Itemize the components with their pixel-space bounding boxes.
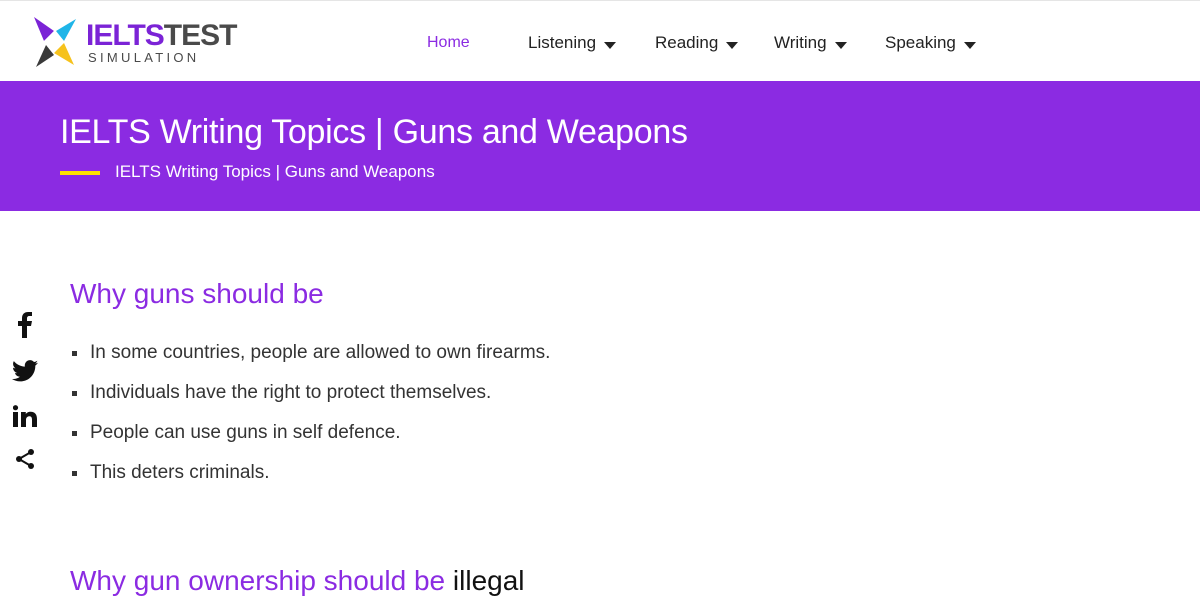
bullet-list: In some countries, people are allowed to… [70,342,550,502]
list-item: In some countries, people are allowed to… [70,342,550,382]
section-heading: Why guns should be [70,278,324,309]
nav-writing-label: Writing [774,33,827,52]
list-item: Individuals have the right to protect th… [70,382,550,422]
linkedin-icon[interactable] [10,401,40,431]
list-item: People can use guns in self defence. [70,422,550,462]
breadcrumb: IELTS Writing Topics | Guns and Weapons [115,162,435,181]
nav-speaking[interactable]: Speaking [885,33,976,53]
twitter-icon[interactable] [10,356,40,386]
chevron-down-icon [726,42,739,49]
nav-speaking-label: Speaking [885,33,956,52]
nav-home[interactable]: Home [427,34,470,52]
nav-listening[interactable]: Listening [528,33,617,53]
section-heading-text: Why gun ownership should be [70,565,453,596]
logo-wordmark: IELTSTEST [86,19,237,52]
list-item: This deters criminals. [70,462,550,502]
nav-listening-label: Listening [528,33,597,52]
nav-writing[interactable]: Writing [774,33,847,53]
nav-home-label: Home [427,34,470,51]
facebook-icon[interactable] [10,310,40,340]
chevron-down-icon [834,42,847,49]
page-banner: IELTS Writing Topics | Guns and Weapons … [0,81,1200,211]
chevron-down-icon [604,42,617,49]
share-icon[interactable] [10,444,40,474]
nav-reading-label: Reading [655,33,719,52]
site-logo[interactable]: IELTSTEST SIMULATION [30,15,237,71]
section-heading-emphasis: illegal [452,565,525,596]
logo-mark-icon [34,17,76,67]
site-header: IELTSTEST SIMULATION Home Listening Read… [0,0,1200,81]
nav-reading[interactable]: Reading [655,33,739,53]
chevron-down-icon [963,42,976,49]
page-title: IELTS Writing Topics | Guns and Weapons [60,113,688,151]
breadcrumb-accent-line [60,171,100,175]
logo-subtitle: SIMULATION [88,50,200,65]
section-heading: Why gun ownership should be illegal [70,565,525,597]
